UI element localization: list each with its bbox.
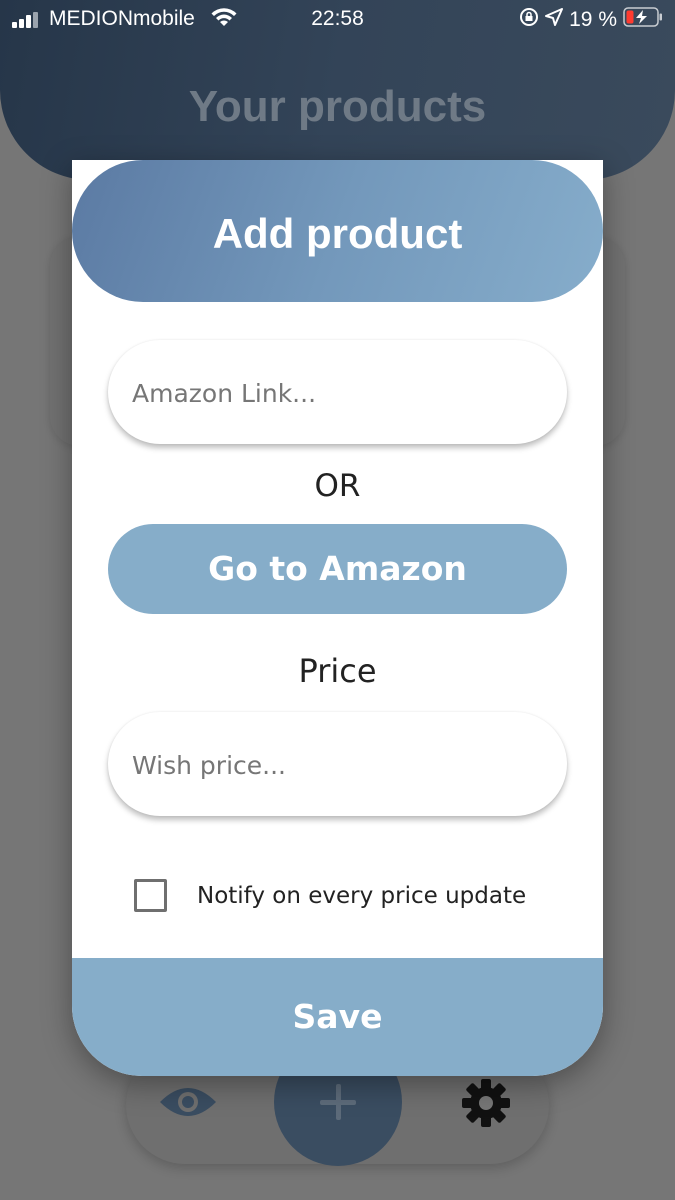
wish-price-input[interactable] xyxy=(130,712,544,818)
price-heading: Price xyxy=(298,652,377,690)
eye-icon[interactable] xyxy=(158,1082,218,1127)
battery-charging-icon xyxy=(623,7,663,33)
add-product-dialog: Add product OR Go to Amazon Price Notify… xyxy=(72,160,603,1076)
rotation-lock-icon xyxy=(519,7,539,33)
status-bar: MEDIONmobile 22:58 19 % xyxy=(0,0,675,38)
battery-percentage: 19 % xyxy=(569,8,617,31)
notify-checkbox[interactable] xyxy=(134,879,167,912)
dialog-header: Add product xyxy=(72,160,603,302)
notify-option[interactable]: Notify on every price update xyxy=(134,879,526,912)
dialog-title: Add product xyxy=(212,210,463,257)
page-title: Your products xyxy=(188,82,487,131)
amazon-link-field[interactable] xyxy=(108,340,567,446)
location-arrow-icon xyxy=(545,8,564,32)
go-to-amazon-button[interactable]: Go to Amazon xyxy=(108,524,567,614)
wish-price-field[interactable] xyxy=(108,712,567,818)
save-button[interactable]: Save xyxy=(72,958,603,1076)
amazon-link-input[interactable] xyxy=(130,340,544,446)
gear-icon[interactable] xyxy=(460,1077,512,1134)
notify-label[interactable]: Notify on every price update xyxy=(197,883,526,909)
or-separator: OR xyxy=(314,468,361,504)
